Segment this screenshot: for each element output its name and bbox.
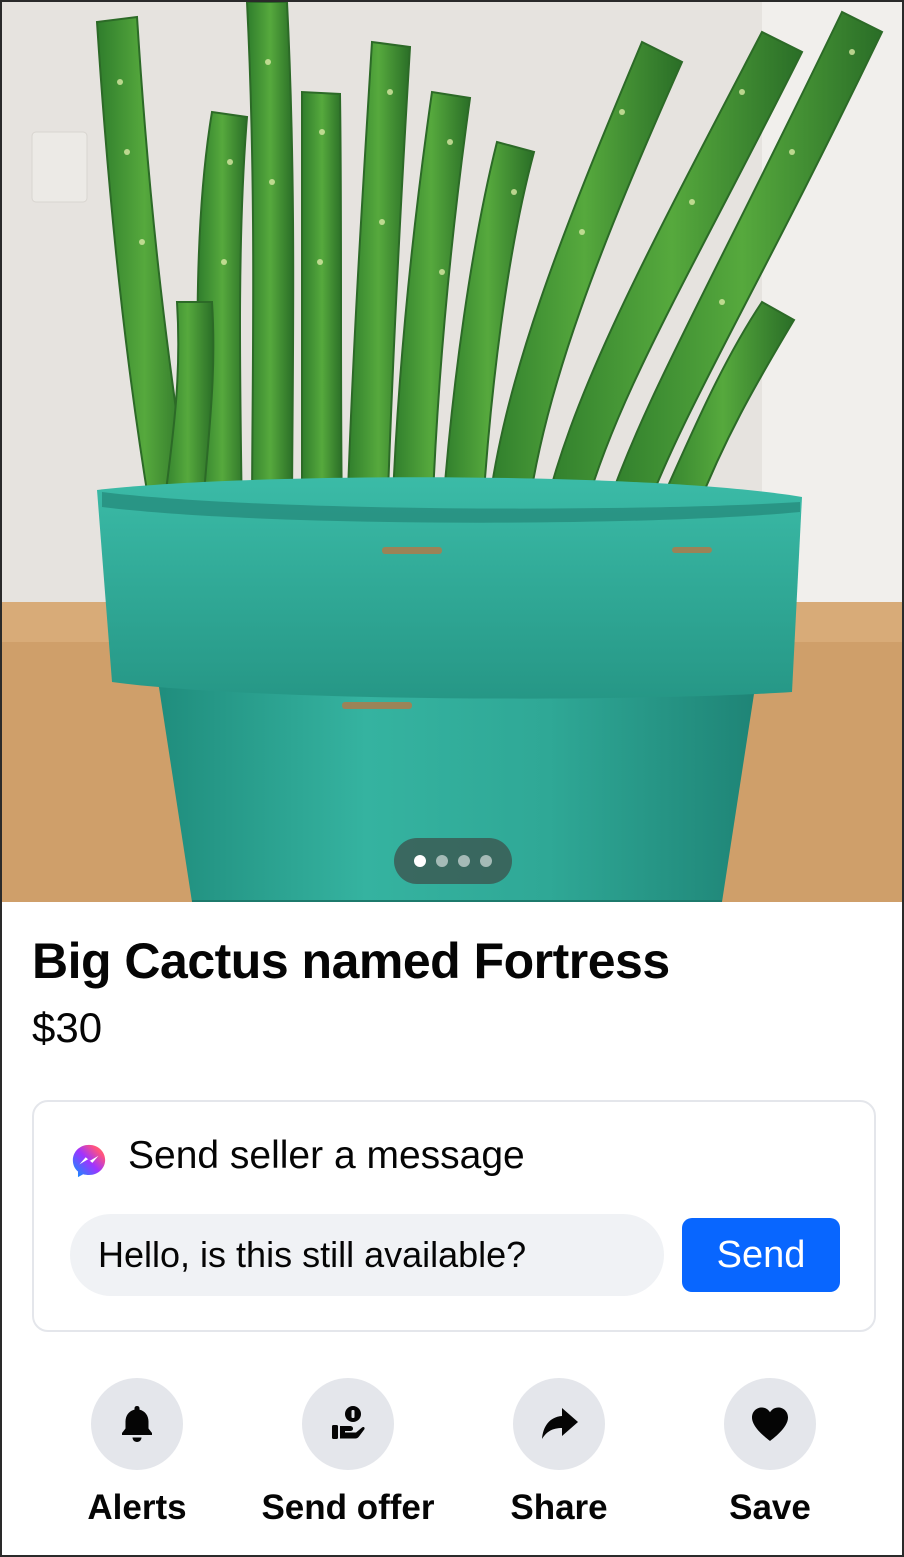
cactus-photo-illustration <box>2 2 902 902</box>
send-offer-button-circle[interactable] <box>302 1378 394 1470</box>
share-button[interactable]: Share <box>449 1378 669 1528</box>
save-button[interactable]: Save <box>660 1378 880 1528</box>
messenger-icon <box>72 1144 106 1178</box>
marketplace-listing-screen: Big Cactus named Fortress $30 Send selle… <box>0 0 904 1557</box>
send-button[interactable]: Send <box>682 1218 840 1292</box>
message-seller-card: Send seller a message Send <box>32 1100 876 1332</box>
heart-icon <box>752 1407 788 1441</box>
send-offer-button[interactable]: Send offer <box>238 1378 458 1528</box>
offer-hand-icon <box>332 1406 365 1439</box>
share-label: Share <box>510 1488 608 1527</box>
alerts-label: Alerts <box>87 1488 187 1527</box>
listing-photo[interactable] <box>2 2 902 902</box>
alerts-button-circle[interactable] <box>91 1378 183 1470</box>
message-card-header: Send seller a message <box>70 1132 525 1180</box>
listing-title: Big Cactus named Fortress <box>32 933 670 989</box>
save-label: Save <box>729 1488 811 1527</box>
action-row: Alerts Send offer Share Save <box>2 1378 902 1538</box>
pager-dot[interactable] <box>458 855 470 867</box>
bell-icon <box>122 1406 152 1442</box>
pager-dot-active[interactable] <box>414 855 426 867</box>
pager-dot[interactable] <box>480 855 492 867</box>
pager-dot[interactable] <box>436 855 448 867</box>
alerts-button[interactable]: Alerts <box>27 1378 247 1528</box>
share-arrow-icon <box>542 1408 578 1439</box>
message-card-heading: Send seller a message <box>128 1134 525 1177</box>
share-button-circle[interactable] <box>513 1378 605 1470</box>
message-input[interactable] <box>70 1214 664 1296</box>
send-offer-label: Send offer <box>261 1488 435 1527</box>
listing-price: $30 <box>32 1004 103 1051</box>
save-button-circle[interactable] <box>724 1378 816 1470</box>
photo-pager[interactable] <box>394 838 512 884</box>
